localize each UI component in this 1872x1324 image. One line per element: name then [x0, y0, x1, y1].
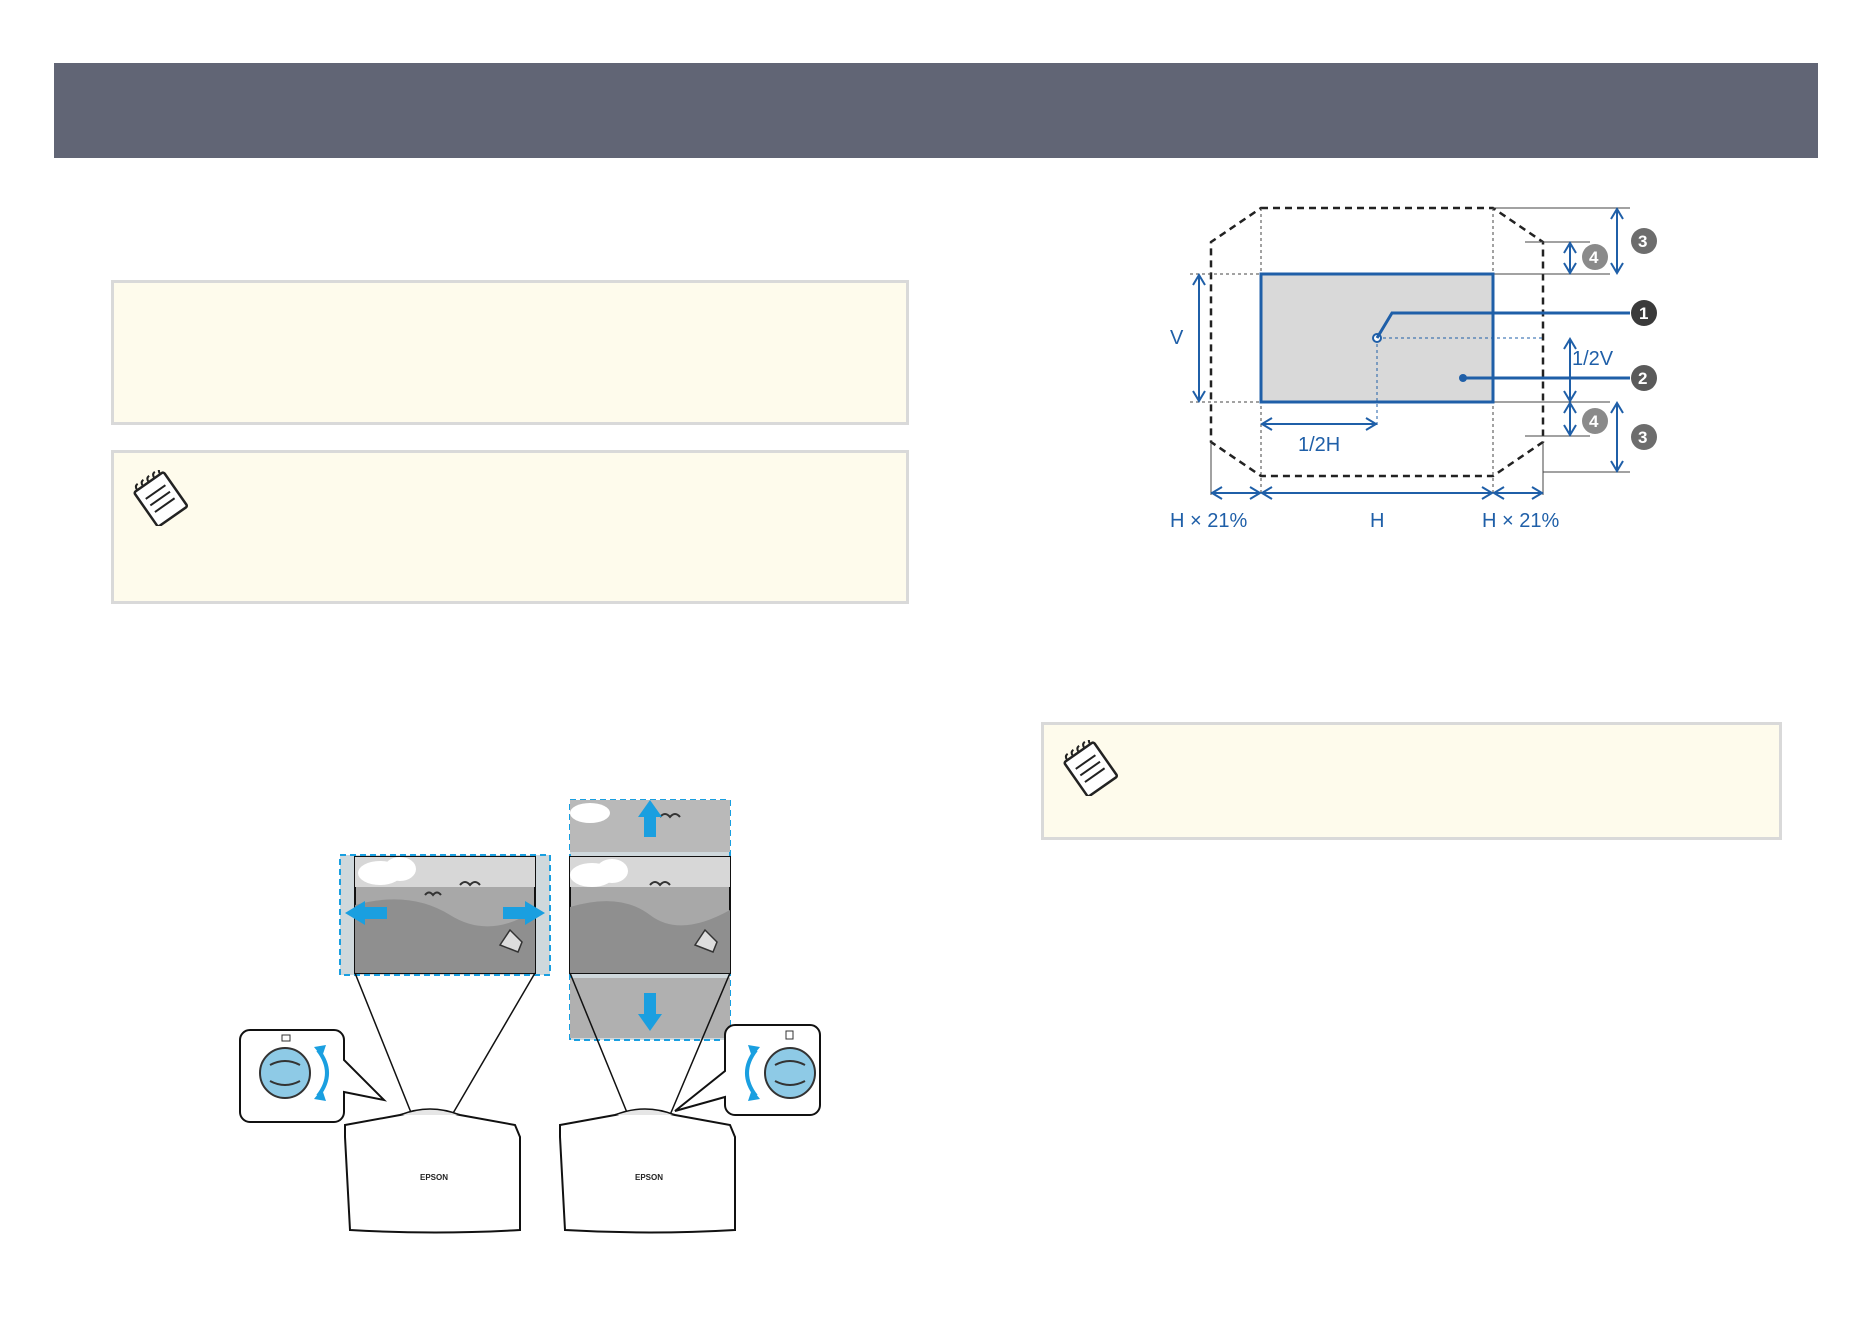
label-h21-left: H × 21% [1170, 510, 1247, 532]
horizontal-lens-shift-dial-icon [239, 1029, 388, 1123]
notepad-icon [1063, 740, 1119, 796]
projected-scene-right [569, 856, 731, 974]
note-box-right [1041, 722, 1782, 840]
callout-badge-4-top: 4 [1582, 244, 1608, 270]
svg-text:1: 1 [1639, 304, 1648, 323]
projector-right: EPSON [559, 1108, 736, 1234]
callout-badge-3-bottom: 3 [1631, 424, 1657, 450]
svg-text:2: 2 [1638, 369, 1647, 388]
label-h: H [1370, 510, 1384, 532]
label-h21-right: H × 21% [1482, 510, 1559, 532]
callout-badge-2: 2 [1631, 365, 1657, 391]
label-half-v: 1/2V [1572, 348, 1614, 370]
notepad-icon [133, 470, 189, 526]
svg-text:4: 4 [1589, 248, 1599, 267]
note-box-left [111, 450, 909, 604]
svg-text:4: 4 [1589, 412, 1599, 431]
projector-left: EPSON [344, 1108, 521, 1234]
page-header-band [54, 63, 1818, 158]
label-v: V [1170, 327, 1184, 349]
callout-badge-3-top: 3 [1631, 228, 1657, 254]
svg-text:3: 3 [1638, 428, 1647, 447]
svg-text:3: 3 [1638, 232, 1647, 251]
lens-shift-range-diagram: V 1/2V 1/2H H × 21% H H × 21% 3 4 1 2 4 [1170, 206, 1657, 532]
projector-brand-left: EPSON [420, 1173, 448, 1182]
lens-shift-illustration: EPSON EPSON [239, 799, 821, 1234]
callout-badge-1: 1 [1631, 300, 1657, 326]
callout-badge-4-bottom: 4 [1582, 408, 1608, 434]
projector-brand-right: EPSON [635, 1173, 663, 1182]
attention-box [111, 280, 909, 425]
label-half-h: 1/2H [1298, 434, 1340, 456]
